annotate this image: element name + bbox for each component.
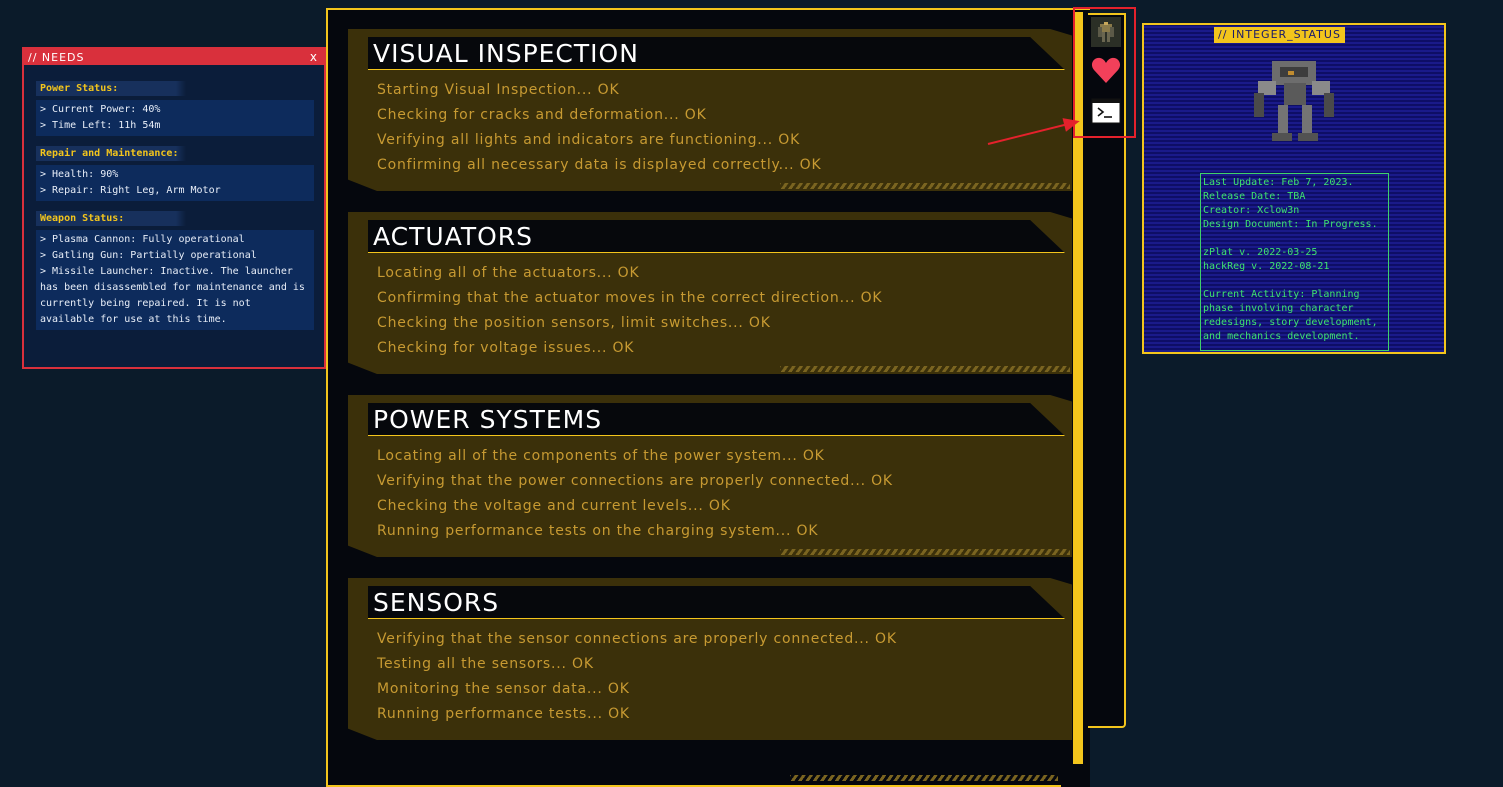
needs-line: > Plasma Cannon: Fully operational (40, 234, 245, 245)
mech-image (1254, 61, 1334, 141)
status-badge: // INTEGER_STATUS (1214, 27, 1345, 43)
needs-section-title: Weapon Status: (36, 211, 214, 226)
needs-panel: // NEEDS x Power Status: > Current Power… (22, 47, 326, 369)
check-line: Locating all of the components of the po… (377, 448, 825, 464)
check-line: Locating all of the actuators... OK (377, 265, 640, 281)
section-title: ACTUATORS (373, 222, 534, 251)
check-line: Monitoring the sensor data... OK (377, 681, 630, 697)
checklist-section-visual-inspection: VISUAL INSPECTION Starting Visual Inspec… (348, 29, 1072, 191)
needs-title: // NEEDS (28, 50, 85, 64)
needs-line: > Repair: Right Leg, Arm Motor (40, 185, 221, 196)
section-lines: Verifying that the sensor connections ar… (377, 627, 897, 727)
needs-line: > Current Power: 40% (40, 104, 161, 115)
status-line: hackReg v. 2022-08-21 (1203, 261, 1330, 272)
check-line: Testing all the sensors... OK (377, 656, 594, 672)
check-line: Running performance tests on the chargin… (377, 523, 819, 539)
status-line: Last Update: Feb 7, 2023. (1203, 177, 1354, 188)
status-line-blank (1203, 274, 1386, 288)
checklist-section-sensors: SENSORS Verifying that the sensor connec… (348, 578, 1072, 740)
close-icon[interactable]: x (310, 50, 318, 64)
section-stripes (780, 549, 1070, 555)
highlight-box (1073, 7, 1136, 138)
needs-line: > Health: 90% (40, 169, 119, 180)
status-line: Design Document: In Progress. (1203, 219, 1378, 230)
section-lines: Starting Visual Inspection... OK Checkin… (377, 78, 821, 178)
check-line: Starting Visual Inspection... OK (377, 82, 620, 98)
needs-section-body: > Plasma Cannon: Fully operational > Gat… (36, 230, 314, 330)
needs-header: // NEEDS x (24, 49, 324, 65)
check-line: Checking for cracks and deformation... O… (377, 107, 707, 123)
status-line: Current Activity: Planning phase involvi… (1203, 289, 1378, 342)
check-line: Confirming all necessary data is display… (377, 157, 822, 173)
section-title: SENSORS (373, 588, 500, 617)
needs-line: > Missile Launcher: Inactive. The launch… (40, 266, 305, 325)
section-lines: Locating all of the components of the po… (377, 444, 893, 544)
section-lines: Locating all of the actuators... OK Conf… (377, 261, 882, 361)
status-info-box: Last Update: Feb 7, 2023. Release Date: … (1200, 173, 1389, 351)
section-stripes (780, 366, 1070, 372)
check-line: Checking for voltage issues... OK (377, 340, 635, 356)
needs-line: > Time Left: 11h 54m (40, 120, 161, 131)
needs-section-title: Repair and Maintenance: (36, 146, 214, 161)
status-line: zPlat v. 2022-03-25 (1203, 247, 1318, 258)
check-line: Verifying all lights and indicators are … (377, 132, 801, 148)
needs-body: Power Status: > Current Power: 40% > Tim… (24, 65, 324, 330)
integer-status-panel: // INTEGER_STATUS Last Update: Feb 7, 20… (1142, 23, 1446, 354)
status-line: Release Date: TBA (1203, 191, 1306, 202)
status-line: Creator: Xclow3n (1203, 205, 1300, 216)
needs-section-title: Power Status: (36, 81, 214, 96)
section-stripes (780, 183, 1070, 189)
check-line: Verifying that the power connections are… (377, 473, 893, 489)
frame-stripes (790, 775, 1058, 781)
needs-line: > Gatling Gun: Partially operational (40, 250, 257, 261)
needs-section-body: > Current Power: 40% > Time Left: 11h 54… (36, 100, 314, 136)
needs-section-body: > Health: 90% > Repair: Right Leg, Arm M… (36, 165, 314, 201)
checklist-section-power-systems: POWER SYSTEMS Locating all of the compon… (348, 395, 1072, 557)
check-line: Checking the voltage and current levels.… (377, 498, 731, 514)
status-line-blank (1203, 232, 1386, 246)
section-title: POWER SYSTEMS (373, 405, 603, 434)
check-line: Running performance tests... OK (377, 706, 630, 722)
checklist-section-actuators: ACTUATORS Locating all of the actuators.… (348, 212, 1072, 374)
check-line: Confirming that the actuator moves in th… (377, 290, 883, 306)
section-title: VISUAL INSPECTION (373, 39, 639, 68)
check-line: Verifying that the sensor connections ar… (377, 631, 897, 647)
check-line: Checking the position sensors, limit swi… (377, 315, 771, 331)
